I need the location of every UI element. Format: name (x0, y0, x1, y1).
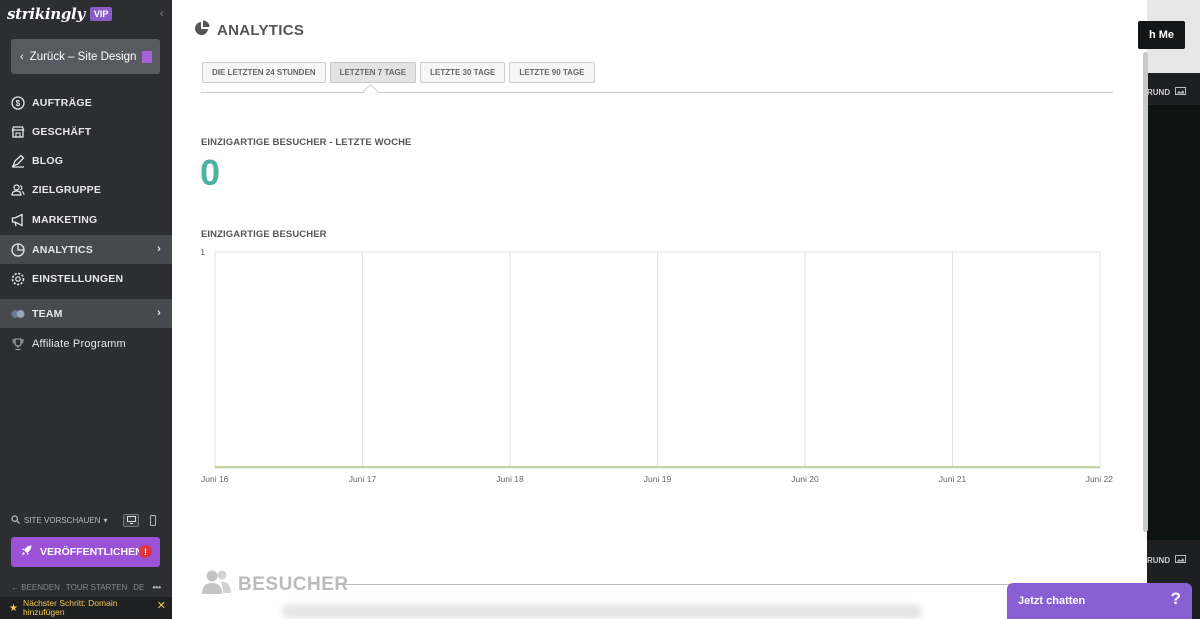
next-step-banner[interactable]: ★ Nächster Schritt: Domain hinzufügen ✕ (0, 597, 172, 619)
sidebar-item-orders[interactable]: $ AUFTRÄGE (0, 88, 172, 117)
image-icon (1175, 87, 1187, 97)
sidebar-item-affiliate[interactable]: Affiliate Programm (0, 329, 172, 358)
site-preview-dropdown[interactable]: SITE VORSCHAUEN (24, 516, 100, 525)
active-tab-caret (362, 83, 379, 100)
unique-week-label: EINZIGARTIGE BESUCHER - LETZTE WOCHE (201, 137, 412, 148)
time-range-tabs: DIE LETZTEN 24 STUNDEN LETZTEN 7 TAGE LE… (202, 62, 595, 83)
sidebar-item-label: BLOG (32, 154, 64, 167)
publish-button[interactable]: VERÖFFENTLICHEN ! (11, 537, 160, 567)
page-title-row: ANALYTICS (194, 20, 304, 40)
sidebar-item-label: ZIELGRUPPE (32, 183, 102, 196)
sidebar-item-label: MARKETING (32, 213, 98, 226)
sidebar-item-label: Affiliate Programm (32, 337, 126, 350)
team-avatars-icon (11, 307, 25, 321)
rocket-icon (21, 545, 32, 559)
x-tick-label: Juni 19 (644, 474, 672, 484)
tab-last-24-hours[interactable]: DIE LETZTEN 24 STUNDEN (202, 62, 326, 83)
trophy-icon (11, 337, 25, 351)
background-button-label: RUND (1147, 87, 1171, 97)
visitors-heading-label: BESUCHER (238, 574, 349, 595)
caret-down-icon: ▾ (103, 515, 108, 525)
sidebar-item-analytics[interactable]: ANALYTICS › (0, 235, 172, 264)
svg-text:$: $ (16, 99, 21, 108)
end-tour-link[interactable]: ← BEENDEN (11, 583, 60, 592)
page-icon (142, 50, 153, 63)
sidebar: strikingly VIP ‹ ‹ Zurück – Site Design … (0, 0, 172, 619)
collapse-sidebar-icon[interactable]: ‹ (160, 8, 164, 20)
tour-row: ← BEENDEN TOUR STARTEN DE ••• (11, 583, 161, 592)
chevron-left-icon: ‹ (20, 50, 24, 63)
x-tick-label: Juni 22 (1086, 474, 1114, 484)
site-preview-background: h Me RUND RUND (1138, 0, 1200, 619)
search-icon (11, 514, 20, 526)
sidebar-item-audience[interactable]: ZIELGRUPPE (0, 175, 172, 204)
desktop-icon[interactable] (123, 513, 139, 527)
dollar-icon: $ (11, 95, 25, 110)
brand[interactable]: strikingly VIP (7, 5, 113, 23)
visitors-divider (342, 584, 1112, 585)
sidebar-item-label: GESCHÄFT (32, 125, 92, 138)
gear-icon (11, 272, 25, 286)
start-tour-link[interactable]: TOUR STARTEN (66, 583, 127, 592)
preview-section (1147, 105, 1200, 540)
background-button-2[interactable]: RUND (1147, 550, 1200, 570)
back-button[interactable]: ‹ Zurück – Site Design (11, 39, 160, 74)
publish-button-label: VERÖFFENTLICHEN (40, 546, 143, 558)
sidebar-item-store[interactable]: GESCHÄFT (0, 117, 172, 146)
close-icon[interactable]: ✕ (157, 601, 166, 612)
tab-last-90-days[interactable]: LETZTE 90 TAGE (509, 62, 595, 83)
sidebar-item-label: TEAM (32, 307, 63, 320)
sidebar-item-label: EINSTELLUNGEN (32, 272, 124, 285)
x-tick-label: Juni 16 (201, 474, 229, 484)
megaphone-icon (11, 212, 25, 227)
preview-header-button[interactable]: h Me (1138, 21, 1185, 49)
pie-chart-icon (11, 242, 25, 257)
chevron-right-icon: › (157, 243, 161, 255)
background-button-label: RUND (1147, 555, 1171, 565)
sidebar-item-settings[interactable]: EINSTELLUNGEN (0, 264, 172, 293)
sidebar-item-marketing[interactable]: MARKETING (0, 205, 172, 234)
vip-badge: VIP (89, 7, 113, 21)
more-options-icon[interactable]: ••• (153, 583, 161, 592)
tab-last-30-days[interactable]: LETZTE 30 TAGE (420, 62, 506, 83)
store-icon (11, 125, 25, 139)
x-tick-label: Juni 17 (349, 474, 377, 484)
help-icon: ? (1170, 589, 1181, 608)
brand-logo: strikingly (7, 5, 85, 23)
next-step-label: Nächster Schritt: Domain hinzufügen (22, 598, 118, 617)
mobile-icon[interactable] (145, 514, 161, 527)
language-selector[interactable]: DE (133, 583, 144, 592)
sidebar-item-blog[interactable]: BLOG (0, 146, 172, 175)
site-preview-row: SITE VORSCHAUEN ▾ (11, 513, 161, 527)
visitors-heading: BESUCHER (202, 569, 349, 601)
page-title: ANALYTICS (217, 21, 305, 39)
unique-chart-label: EINZIGARTIGE BESUCHER (201, 229, 327, 240)
chevron-right-icon: › (157, 307, 161, 319)
tab-last-7-days[interactable]: LETZTEN 7 TAGE (329, 62, 417, 83)
back-button-label: Zurück – Site Design (29, 50, 137, 63)
tab-divider (201, 92, 1113, 93)
loading-placeholder (282, 604, 922, 619)
chat-widget-label: Jetzt chatten (1018, 595, 1086, 607)
star-icon: ★ (9, 602, 18, 614)
sidebar-item-label: ANALYTICS (32, 243, 93, 256)
sidebar-item-label: AUFTRÄGE (32, 96, 92, 109)
x-tick-label: Juni 21 (939, 474, 967, 484)
unique-visitors-chart: 1 Juni 16 Juni 17 Juni 18 Juni 19 Juni 20 Juni… (201, 248, 1114, 484)
pen-icon (11, 154, 25, 168)
main-scrollbar[interactable] (1143, 52, 1148, 532)
sidebar-item-team[interactable]: TEAM › (0, 299, 172, 328)
x-tick-label: Juni 18 (496, 474, 524, 484)
warning-badge: ! (139, 545, 152, 558)
analytics-panel: ANALYTICS DIE LETZTEN 24 STUNDEN LETZTEN… (172, 0, 1147, 619)
y-tick-label: 1 (201, 248, 206, 257)
chat-widget-button[interactable]: Jetzt chatten ? (1007, 583, 1192, 619)
pie-chart-icon (194, 20, 210, 40)
unique-week-value: 0 (200, 152, 221, 193)
users-icon (202, 569, 232, 601)
background-button[interactable]: RUND (1147, 82, 1200, 102)
users-icon (11, 183, 25, 197)
x-tick-label: Juni 20 (791, 474, 819, 484)
image-icon (1175, 555, 1187, 565)
